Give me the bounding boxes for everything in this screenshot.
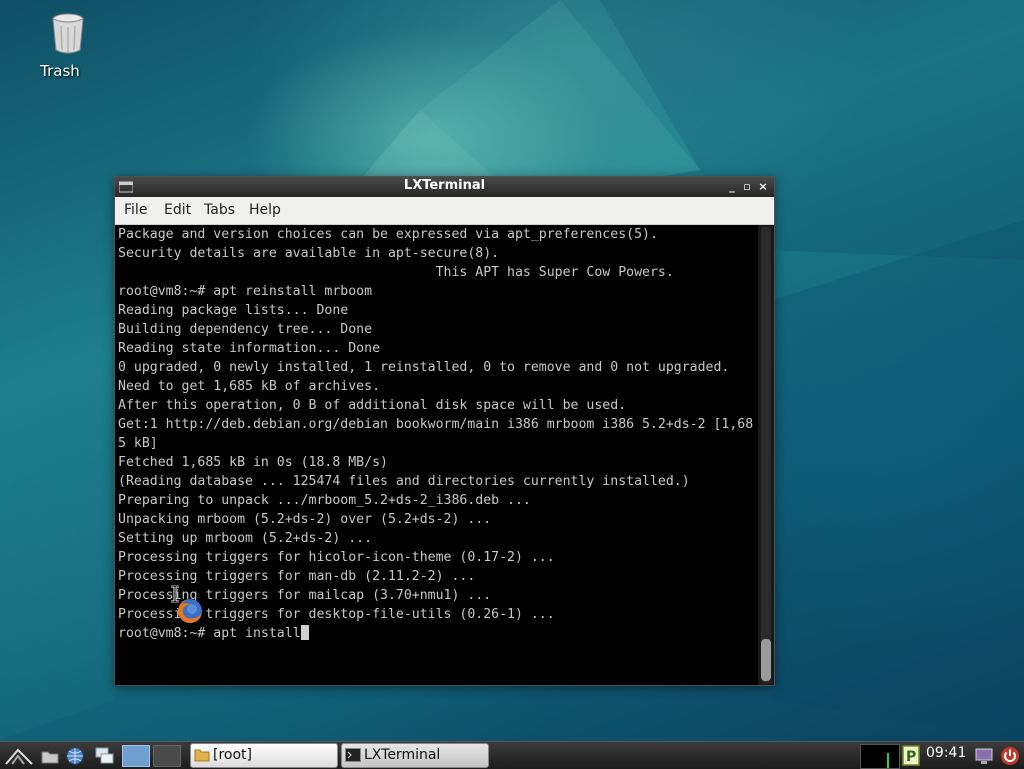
terminal-line: Reading package lists... Done — [118, 303, 349, 318]
folder-icon — [194, 749, 210, 762]
terminal-output[interactable]: Package and version choices can be expre… — [115, 225, 758, 685]
terminal-line: Reading state information... Done — [118, 341, 381, 356]
window-titlebar[interactable]: LXTerminal _ ▫ × — [115, 177, 774, 197]
scrollbar-track[interactable] — [761, 227, 771, 683]
workspace-1-icon[interactable] — [122, 745, 150, 767]
terminal-line: (Reading database ... 125474 files and d… — [118, 474, 690, 489]
package-updates-icon[interactable]: P — [902, 745, 920, 766]
terminal-scrollbar[interactable] — [758, 225, 774, 685]
show-desktop-icon[interactable] — [94, 746, 116, 766]
terminal-line: This APT has Super Cow Powers. — [118, 265, 674, 280]
close-button[interactable]: × — [756, 179, 770, 195]
firefox-drag-icon — [178, 599, 202, 623]
terminal-line: After this operation, 0 B of additional … — [118, 398, 627, 413]
scrollbar-thumb[interactable] — [761, 639, 771, 681]
power-icon[interactable] — [1000, 746, 1020, 766]
window-title: LXTerminal — [403, 178, 486, 193]
start-menu-icon[interactable] — [4, 746, 34, 766]
terminal-input[interactable]: apt install — [213, 626, 300, 641]
menu-tabs[interactable]: Tabs — [204, 202, 235, 218]
desktop-icon-trash[interactable]: Trash — [28, 12, 92, 80]
cpu-monitor-graph — [860, 744, 900, 769]
terminal-prompt-line[interactable]: root@vm8:~# apt install — [118, 624, 309, 643]
terminal-line: Processing triggers for man-db (2.11.2-2… — [118, 569, 476, 584]
terminal-line: 0 upgraded, 0 newly installed, 1 reinsta… — [118, 360, 730, 375]
task-lxterminal[interactable]: LXTerminal — [341, 743, 489, 768]
menu-edit[interactable]: Edit — [164, 202, 191, 218]
terminal-line: Building dependency tree... Done — [118, 322, 373, 337]
terminal-line: Get:1 http://deb.debian.org/debian bookw… — [118, 417, 754, 432]
terminal-line: Fetched 1,685 kB in 0s (18.8 MB/s) — [118, 455, 388, 470]
file-manager-icon[interactable] — [40, 746, 60, 766]
lxterminal-window: LXTerminal _ ▫ × File Edit Tabs Help Pac… — [114, 176, 775, 686]
terminal-line: Setting up mrboom (5.2+ds-2) ... — [118, 531, 373, 546]
maximize-button[interactable]: ▫ — [740, 179, 754, 195]
menu-help[interactable]: Help — [249, 202, 281, 218]
terminal-line: Package and version choices can be expre… — [118, 227, 658, 242]
svg-text:P: P — [906, 749, 916, 765]
web-browser-icon[interactable] — [64, 746, 86, 766]
trash-icon — [51, 13, 84, 54]
terminal-line: Processing triggers for hicolor-icon-the… — [118, 550, 555, 565]
task-label: [root] — [213, 747, 252, 763]
menu-file[interactable]: File — [124, 202, 147, 218]
task-label: LXTerminal — [364, 747, 441, 763]
text-cursor — [300, 625, 309, 640]
terminal-line: Preparing to unpack .../mrboom_5.2+ds-2_… — [118, 493, 531, 508]
terminal-icon — [345, 748, 361, 762]
terminal-line: 5 kB] — [118, 436, 158, 451]
screen-lock-icon[interactable] — [974, 746, 994, 766]
terminal-line: Need to get 1,685 kB of archives. — [118, 379, 381, 394]
terminal-prompt: root@vm8:~# — [118, 626, 214, 641]
terminal-line: root@vm8:~# apt reinstall mrboom — [118, 284, 373, 299]
minimize-button[interactable]: _ — [725, 179, 739, 195]
terminal-line: Security details are available in apt-se… — [118, 246, 500, 261]
clock[interactable]: 09:41 — [926, 745, 966, 761]
task-root-folder[interactable]: [root] — [190, 743, 338, 768]
menubar: File Edit Tabs Help — [115, 197, 774, 225]
terminal-line: Unpacking mrboom (5.2+ds-2) over (5.2+ds… — [118, 512, 492, 527]
workspace-2-icon[interactable] — [153, 745, 181, 767]
taskbar: [root] LXTerminal P 09:41 — [0, 741, 1024, 769]
desktop-icon-label: Trash — [40, 62, 80, 80]
